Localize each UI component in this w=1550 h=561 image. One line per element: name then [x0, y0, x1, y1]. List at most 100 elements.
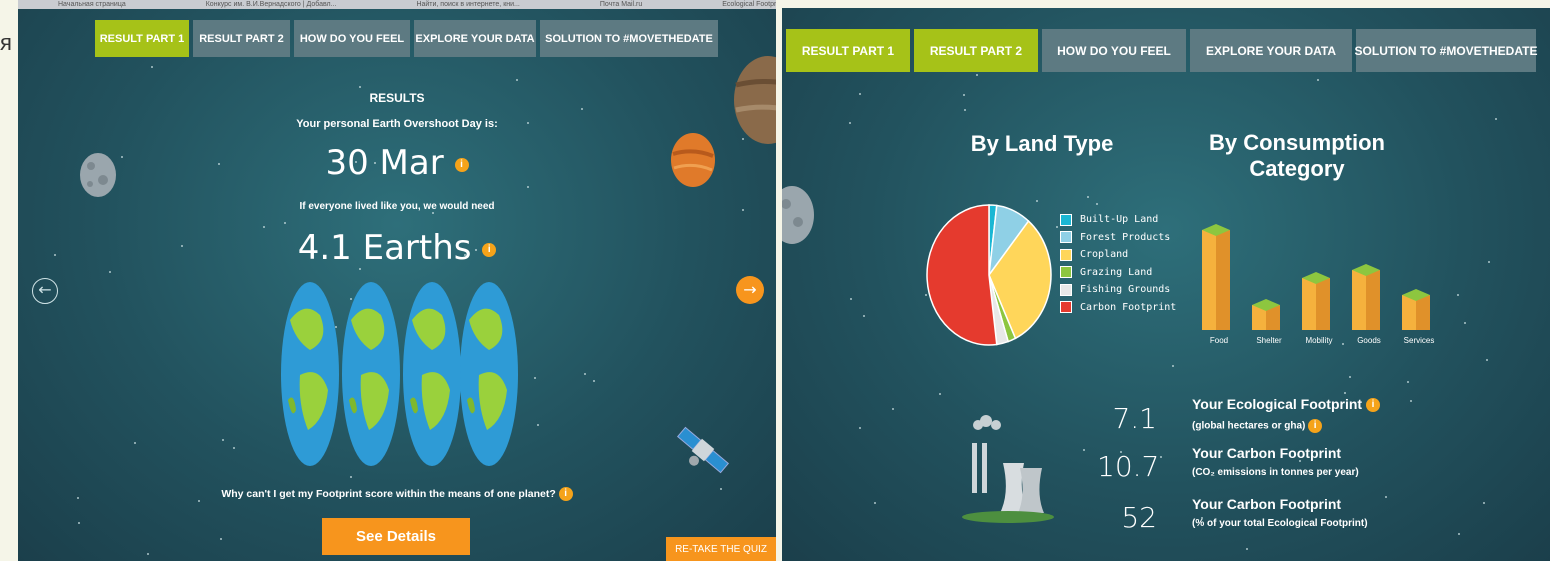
- star: [859, 93, 861, 95]
- tab-solution-movethedate[interactable]: SOLUTION TO #MOVETHEDATE: [1355, 29, 1537, 72]
- star: [1083, 449, 1085, 451]
- next-arrow-icon[interactable]: →: [736, 276, 764, 304]
- legend-swatch: [1060, 266, 1072, 279]
- browser-tab-strip: Начальная страница Конкурс им. В.И.Верна…: [18, 0, 776, 9]
- earth-icon: [460, 282, 518, 466]
- consumption-title-line: By Consumption: [1209, 130, 1385, 155]
- star: [284, 222, 286, 224]
- legend-swatch: [1060, 231, 1072, 244]
- retake-quiz-button[interactable]: RE-TAKE THE QUIZ: [666, 537, 776, 561]
- legend-item: Forest Products: [1060, 229, 1176, 247]
- personal-overshoot-label: Your personal Earth Overshoot Day is:: [296, 118, 498, 130]
- results-heading: RESULTS: [369, 91, 425, 105]
- previous-arrow-icon[interactable]: ←: [32, 278, 58, 304]
- star: [939, 393, 941, 395]
- why-question-text[interactable]: Why can't I get my Footprint score withi…: [221, 488, 555, 500]
- legend-item: Cropland: [1060, 246, 1176, 264]
- browser-tab[interactable]: Конкурс им. В.И.Вернадского | Добавл...: [206, 0, 337, 9]
- star: [1385, 496, 1387, 498]
- star: [233, 447, 235, 449]
- star: [1172, 365, 1174, 367]
- star: [222, 439, 224, 441]
- legend-item: Built-Up Land: [1060, 211, 1176, 229]
- star: [963, 94, 965, 96]
- results-part-1-panel: Начальная страница Конкурс им. В.И.Верна…: [18, 0, 776, 561]
- bar-services: [1402, 289, 1430, 330]
- overshoot-date-row: 30 Mar i: [18, 143, 776, 183]
- star: [1087, 196, 1089, 198]
- star: [849, 122, 851, 124]
- tab-how-do-you-feel[interactable]: HOW DO YOU FEEL: [1042, 29, 1186, 72]
- tab-result-part-1[interactable]: RESULT PART 1: [95, 20, 189, 57]
- star: [1488, 261, 1490, 263]
- land-type-legend: Built-Up Land Forest Products Cropland G…: [1060, 211, 1176, 316]
- star: [1457, 294, 1459, 296]
- see-details-button[interactable]: See Details: [322, 518, 470, 555]
- legend-swatch: [1060, 213, 1072, 226]
- category-label: Services: [1403, 336, 1435, 345]
- star: [1317, 79, 1319, 81]
- legend-label: Forest Products: [1080, 231, 1171, 243]
- star: [1483, 502, 1485, 504]
- earth-icon: [281, 282, 339, 466]
- star: [584, 373, 586, 375]
- land-type-pie-chart: [926, 204, 1052, 346]
- info-icon[interactable]: i: [454, 157, 469, 172]
- star: [1407, 381, 1409, 383]
- star: [859, 427, 861, 429]
- legend-label: Fishing Grounds: [1080, 284, 1171, 296]
- star: [527, 186, 529, 188]
- info-icon[interactable]: i: [482, 242, 497, 257]
- browser-tab[interactable]: Почта Mail.ru: [600, 0, 642, 9]
- why-question: Why can't I get my Footprint score withi…: [18, 487, 776, 501]
- legend-swatch: [1060, 283, 1072, 296]
- browser-tab[interactable]: Ecological Footprint Calculator: [722, 0, 776, 9]
- legend-label: Cropland: [1080, 249, 1129, 261]
- bar-goods: [1352, 264, 1380, 330]
- star: [874, 502, 876, 504]
- star: [1464, 322, 1466, 324]
- stat-subtitle: (global hectares or gha) i: [1192, 419, 1323, 433]
- star: [78, 522, 80, 524]
- tab-result-part-2[interactable]: RESULT PART 2: [193, 20, 290, 57]
- star: [220, 538, 222, 540]
- tab-result-part-2[interactable]: RESULT PART 2: [914, 29, 1038, 72]
- edge-letter: я: [0, 30, 12, 55]
- star: [1160, 456, 1162, 458]
- overshoot-date: 30 Mar: [325, 143, 444, 183]
- tab-explore-your-data[interactable]: EXPLORE YOUR DATA: [414, 20, 536, 57]
- stat-title-text: Your Ecological Footprint: [1192, 396, 1363, 412]
- star: [1096, 203, 1098, 205]
- result-tabs: RESULT PART 1 RESULT PART 2 HOW DO YOU F…: [786, 29, 1537, 72]
- info-icon[interactable]: i: [1308, 419, 1323, 433]
- legend-item: Grazing Land: [1060, 264, 1176, 282]
- info-icon[interactable]: i: [1365, 398, 1380, 413]
- stat-title: Your Ecological Footprint i: [1192, 396, 1380, 413]
- bar-food: [1202, 224, 1230, 330]
- carbon-footprint-value: 10.7: [1097, 450, 1160, 483]
- star: [537, 424, 539, 426]
- star: [892, 408, 894, 410]
- star: [593, 380, 595, 382]
- star: [432, 212, 434, 214]
- browser-tab[interactable]: Найти, поиск в интернете, кни...: [416, 0, 519, 9]
- info-icon[interactable]: i: [558, 487, 573, 501]
- tab-solution-movethedate[interactable]: SOLUTION TO #MOVETHEDATE: [540, 20, 718, 57]
- star: [147, 553, 149, 555]
- ecological-footprint-value: 7.1: [1112, 402, 1157, 435]
- category-label: Mobility: [1305, 336, 1333, 345]
- bar-shelter: [1252, 299, 1280, 330]
- browser-tab[interactable]: Начальная страница: [58, 0, 126, 9]
- legend-item: Carbon Footprint: [1060, 299, 1176, 317]
- stat-title: Your Carbon Footprint: [1192, 445, 1342, 461]
- factory-icon: [962, 415, 1054, 523]
- star: [1495, 118, 1497, 120]
- star: [1036, 200, 1038, 202]
- consumption-title: By Consumption Category: [1197, 130, 1397, 182]
- stat-subtitle: (% of your total Ecological Footprint): [1192, 518, 1368, 529]
- star: [134, 442, 136, 444]
- tab-result-part-1[interactable]: RESULT PART 1: [786, 29, 910, 72]
- tab-explore-your-data[interactable]: EXPLORE YOUR DATA: [1190, 29, 1352, 72]
- tab-how-do-you-feel[interactable]: HOW DO YOU FEEL: [294, 20, 410, 57]
- star: [1486, 359, 1488, 361]
